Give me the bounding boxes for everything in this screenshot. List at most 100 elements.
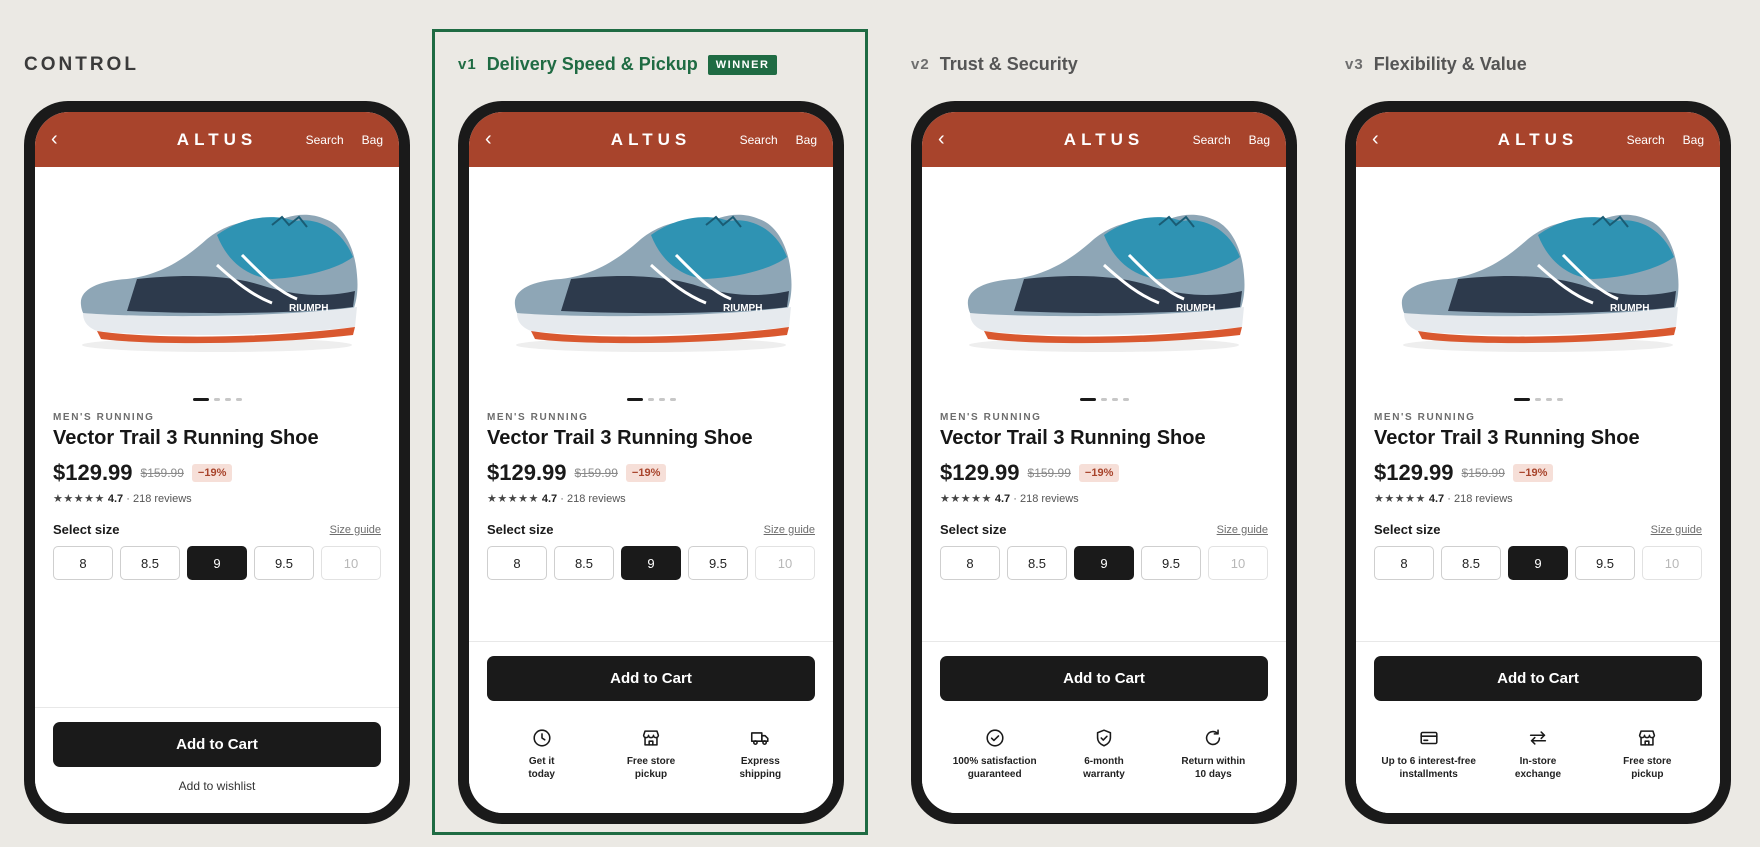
product-image[interactable]: RIUMPH (1356, 167, 1720, 392)
size-option[interactable]: 8 (53, 546, 113, 580)
column-v2: v2 Trust & Security ‹ ALTUS Search Bag R… (887, 0, 1297, 847)
size-option[interactable]: 8.5 (554, 546, 614, 580)
image-carousel-dots[interactable] (922, 394, 1286, 404)
product-rating[interactable]: ★★★★★ 4.7 · 218 reviews (940, 492, 1268, 505)
size-option[interactable]: 8.5 (1007, 546, 1067, 580)
size-option-selected[interactable]: 9 (1074, 546, 1134, 580)
column-label: v1 Delivery Speed & Pickup WINNER (458, 54, 778, 75)
star-rating-icon: ★★★★★ (1374, 493, 1426, 505)
search-link[interactable]: Search (740, 133, 778, 147)
carousel-dot[interactable] (626, 397, 643, 401)
size-option[interactable]: 9.5 (688, 546, 748, 580)
shoe-image: RIUMPH (1401, 214, 1679, 352)
carousel-dot[interactable] (1122, 397, 1129, 401)
size-guide-link[interactable]: Size guide (330, 524, 381, 536)
product-image[interactable]: RIUMPH (922, 167, 1286, 392)
value-prop-text: 100% satisfaction guaranteed (952, 756, 1037, 780)
select-size-label: Select size (53, 522, 120, 537)
truck-icon (751, 732, 769, 746)
carousel-dot[interactable] (1513, 397, 1530, 401)
back-icon[interactable]: ‹ (485, 128, 515, 151)
size-option-selected[interactable]: 9 (1508, 546, 1568, 580)
value-prop-badges: Up to 6 interest-free installments In-sto… (1374, 727, 1702, 781)
carousel-dot[interactable] (1111, 397, 1118, 401)
bag-link[interactable]: Bag (796, 133, 817, 147)
size-option-selected[interactable]: 9 (621, 546, 681, 580)
carousel-dot[interactable] (1100, 397, 1107, 401)
column-label: CONTROL (24, 54, 139, 76)
value-prop-badges: 100% satisfaction guaranteed 6-month warr… (940, 727, 1268, 781)
variant-id: v1 (458, 56, 477, 73)
search-link[interactable]: Search (1193, 133, 1231, 147)
image-carousel-dots[interactable] (35, 394, 399, 404)
image-carousel-dots[interactable] (469, 394, 833, 404)
size-option-unavailable: 10 (1208, 546, 1268, 580)
product-price: $129.99 (940, 460, 1020, 485)
refresh-icon (1206, 729, 1221, 746)
value-prop-text: Get it today (528, 756, 555, 780)
column-label: v2 Trust & Security (911, 54, 1078, 75)
phone-screen: ‹ ALTUS Search Bag RIUMPH MEN'S RUNNING … (469, 112, 833, 813)
phone-screen: ‹ ALTUS Search Bag RIUMPH MEN'S RUNNING … (922, 112, 1286, 813)
value-prop-badge: In-store exchange (1483, 727, 1592, 781)
column-control: CONTROL ‹ ALTUS Search Bag RIUMPH MEN'S … (0, 0, 410, 847)
add-to-cart-button[interactable]: Add to Cart (487, 656, 815, 701)
add-to-wishlist-link[interactable]: Add to wishlist (53, 779, 381, 793)
size-option[interactable]: 8.5 (1441, 546, 1501, 580)
back-icon[interactable]: ‹ (938, 128, 968, 151)
swap-arrows-icon (1529, 731, 1547, 745)
star-rating-icon: ★★★★★ (53, 493, 105, 505)
purchase-footer: Add to Cart Up to 6 interest-free install… (1356, 641, 1720, 813)
bag-link[interactable]: Bag (1249, 133, 1270, 147)
back-icon[interactable]: ‹ (1372, 128, 1402, 151)
product-rating[interactable]: ★★★★★ 4.7 · 218 reviews (53, 492, 381, 505)
carousel-dot[interactable] (1534, 397, 1541, 401)
carousel-dot[interactable] (658, 397, 665, 401)
product-price: $129.99 (1374, 460, 1454, 485)
select-size-label: Select size (487, 522, 554, 537)
carousel-dot[interactable] (1079, 397, 1096, 401)
carousel-dot[interactable] (192, 397, 209, 401)
size-option-selected[interactable]: 9 (187, 546, 247, 580)
add-to-cart-button[interactable]: Add to Cart (940, 656, 1268, 701)
carousel-dot[interactable] (1545, 397, 1552, 401)
size-guide-link[interactable]: Size guide (764, 524, 815, 536)
phone-frame: ‹ ALTUS Search Bag RIUMPH MEN'S RUNNING … (24, 101, 410, 824)
carousel-dot[interactable] (213, 397, 220, 401)
bag-link[interactable]: Bag (1683, 133, 1704, 147)
add-to-cart-button[interactable]: Add to Cart (53, 722, 381, 767)
size-option[interactable]: 9.5 (1141, 546, 1201, 580)
check-circle-icon (986, 729, 1004, 747)
review-count: · 218 reviews (1013, 493, 1079, 505)
back-icon[interactable]: ‹ (51, 128, 81, 151)
column-title: Flexibility & Value (1373, 54, 1527, 74)
carousel-dot[interactable] (224, 397, 231, 401)
value-prop-text: Up to 6 interest-free installments (1381, 756, 1476, 780)
app-header: ‹ ALTUS Search Bag (35, 112, 399, 167)
product-rating[interactable]: ★★★★★ 4.7 · 218 reviews (1374, 492, 1702, 505)
size-option[interactable]: 9.5 (1575, 546, 1635, 580)
image-carousel-dots[interactable] (1356, 394, 1720, 404)
product-rating[interactable]: ★★★★★ 4.7 · 218 reviews (487, 492, 815, 505)
search-link[interactable]: Search (1627, 133, 1665, 147)
size-option[interactable]: 8 (940, 546, 1000, 580)
product-image[interactable]: RIUMPH (469, 167, 833, 392)
bag-link[interactable]: Bag (362, 133, 383, 147)
size-guide-link[interactable]: Size guide (1651, 524, 1702, 536)
size-option-unavailable: 10 (755, 546, 815, 580)
size-selector: 8 8.5 9 9.5 10 (1374, 546, 1702, 580)
carousel-dot[interactable] (235, 397, 242, 401)
size-option[interactable]: 8 (1374, 546, 1434, 580)
product-image[interactable]: RIUMPH (35, 167, 399, 392)
carousel-dot[interactable] (669, 397, 676, 401)
size-guide-link[interactable]: Size guide (1217, 524, 1268, 536)
size-option[interactable]: 8.5 (120, 546, 180, 580)
size-option[interactable]: 8 (487, 546, 547, 580)
size-option[interactable]: 9.5 (254, 546, 314, 580)
search-link[interactable]: Search (306, 133, 344, 147)
select-size-label: Select size (1374, 522, 1441, 537)
rating-value: 4.7 (541, 493, 558, 505)
add-to-cart-button[interactable]: Add to Cart (1374, 656, 1702, 701)
carousel-dot[interactable] (647, 397, 654, 401)
carousel-dot[interactable] (1556, 397, 1563, 401)
